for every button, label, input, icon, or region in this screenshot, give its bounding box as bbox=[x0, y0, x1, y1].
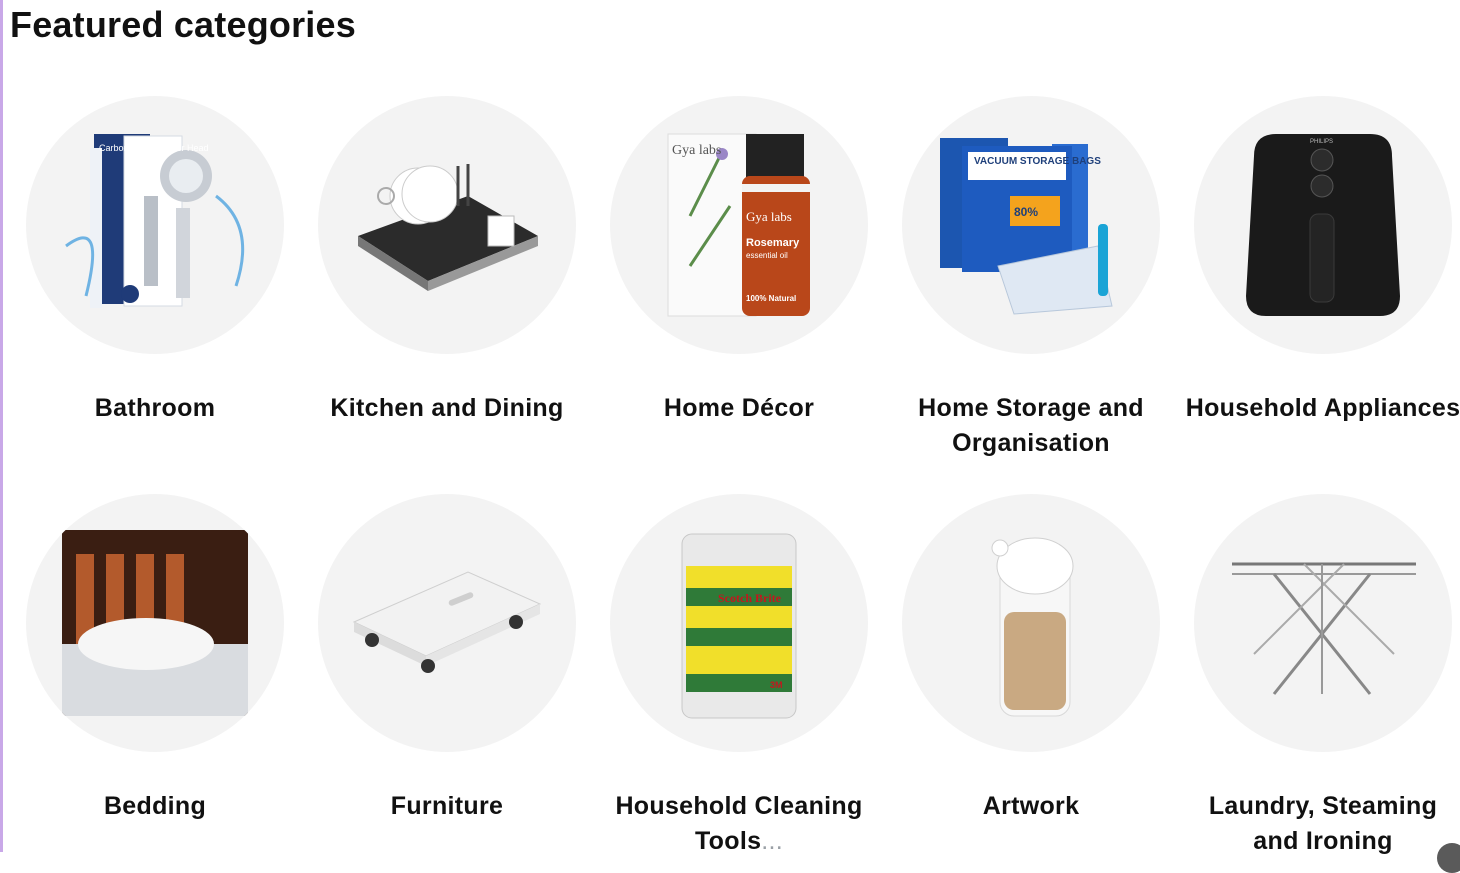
category-home-storage-and-organisation[interactable]: VACUUM STORAGE BAGS 80% Home Storage and… bbox=[885, 96, 1177, 461]
category-home-decor[interactable]: Gya labs Gya labs Rosemary essential oil… bbox=[593, 96, 885, 426]
category-image[interactable] bbox=[318, 96, 576, 354]
oil-badge-text: 100% Natural bbox=[746, 294, 796, 303]
sponge-logo-text: 3M bbox=[770, 680, 783, 690]
oil-sub-text: essential oil bbox=[746, 251, 788, 260]
category-image[interactable]: PHILIPS bbox=[1194, 96, 1452, 354]
sponge-pack-icon: Scotch Brite 3M bbox=[681, 533, 797, 719]
air-fryer-icon: PHILIPS bbox=[1246, 134, 1400, 316]
dolly-icon bbox=[352, 571, 542, 673]
category-label[interactable]: Bathroom bbox=[9, 391, 301, 426]
category-image[interactable] bbox=[902, 494, 1160, 752]
category-label-text: Household Cleaning Tools bbox=[615, 792, 863, 855]
category-bathroom[interactable]: Carbon Fiber Shower Head Bathroom bbox=[9, 96, 301, 426]
dish-rack-icon bbox=[358, 164, 538, 291]
window-edge bbox=[0, 0, 3, 852]
category-image[interactable] bbox=[26, 494, 284, 752]
vacuum-title-text: VACUUM STORAGE BAGS bbox=[974, 156, 1101, 167]
essential-oil-icon: Gya labs Gya labs Rosemary essential oil… bbox=[667, 133, 810, 317]
shower-head-icon: Carbon Fiber Shower Head bbox=[65, 134, 245, 308]
vacuum-bags-icon: VACUUM STORAGE BAGS 80% bbox=[940, 138, 1113, 315]
category-label[interactable]: Home Décor bbox=[593, 391, 885, 426]
scroll-button[interactable] bbox=[1437, 843, 1460, 873]
category-label[interactable]: Household Appliances bbox=[1177, 391, 1460, 426]
vacuum-badge-text: 80% bbox=[1014, 205, 1038, 219]
drying-rack-icon bbox=[1232, 562, 1416, 695]
shower-box-text: Carbon Fiber Shower Head bbox=[99, 143, 209, 153]
category-image[interactable]: VACUUM STORAGE BAGS 80% bbox=[902, 96, 1160, 354]
category-label[interactable]: Bedding bbox=[9, 789, 301, 824]
category-bedding[interactable]: Bedding bbox=[9, 494, 301, 824]
category-artwork[interactable]: Artwork bbox=[885, 494, 1177, 824]
category-label[interactable]: Household Cleaning Tools... bbox=[593, 789, 885, 859]
oil-brand-text: Gya labs bbox=[746, 209, 792, 224]
category-image[interactable] bbox=[318, 494, 576, 752]
category-label[interactable]: Home Storage and Organisation bbox=[885, 391, 1177, 461]
category-image[interactable]: Scotch Brite 3M bbox=[610, 494, 868, 752]
oil-name-text: Rosemary bbox=[746, 237, 800, 249]
category-household-appliances[interactable]: PHILIPS Household Appliances bbox=[1177, 96, 1460, 426]
category-image[interactable]: Gya labs Gya labs Rosemary essential oil… bbox=[610, 96, 868, 354]
category-image[interactable] bbox=[1194, 494, 1452, 752]
label-ellipsis: ... bbox=[761, 827, 784, 855]
category-label[interactable]: Furniture bbox=[301, 789, 593, 824]
category-image[interactable]: Carbon Fiber Shower Head bbox=[26, 96, 284, 354]
category-label[interactable]: Kitchen and Dining bbox=[301, 391, 593, 426]
page-title: Featured categories bbox=[10, 4, 356, 45]
oil-brand-box-text: Gya labs bbox=[672, 143, 721, 158]
sponge-brand-text: Scotch Brite bbox=[718, 591, 782, 605]
category-furniture[interactable]: Furniture bbox=[301, 494, 593, 824]
category-kitchen-and-dining[interactable]: Kitchen and Dining bbox=[301, 96, 593, 426]
jar-icon bbox=[991, 537, 1074, 717]
category-household-cleaning-tools[interactable]: Scotch Brite 3M Household Cleaning Tools… bbox=[593, 494, 885, 859]
category-label[interactable]: Laundry, Steaming and Ironing bbox=[1177, 789, 1460, 859]
category-laundry-steaming-and-ironing[interactable]: Laundry, Steaming and Ironing bbox=[1177, 494, 1460, 873]
pillow-icon bbox=[62, 530, 248, 716]
fryer-brand-text: PHILIPS bbox=[1310, 139, 1333, 145]
category-label[interactable]: Artwork bbox=[885, 789, 1177, 824]
